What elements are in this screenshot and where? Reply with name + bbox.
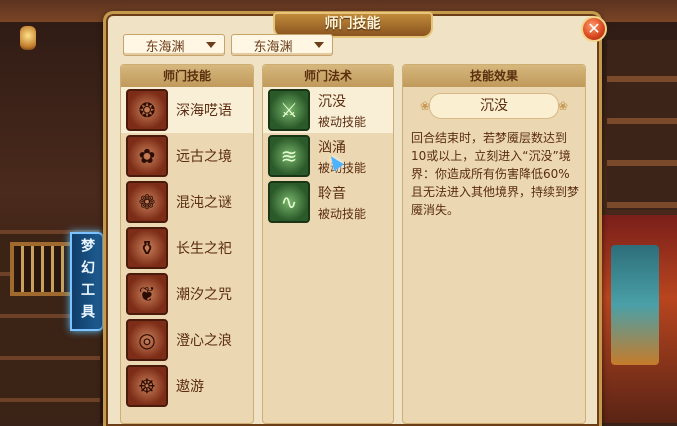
ring-icon: ◎ [126,319,168,361]
title-bar: 师门技能 ✕ [106,12,607,42]
skill-name: 长生之祀 [176,241,232,257]
chevron-down-icon [206,42,216,48]
school-skills-window: 师门技能 ✕ 东海渊 东海渊 师门技能 ❂ 深海呓语 ✿ 远古之境 ❁ 混沌之谜… [103,11,607,426]
tools-side-tab[interactable]: 梦幻工具 [70,232,104,331]
swords-icon: ⚔ [268,89,310,131]
spells-panel-header: 师门法术 [263,65,393,87]
close-icon: ✕ [587,19,601,38]
effect-skill-name: 沉没 [420,93,568,119]
spell-name: 沉没 [318,93,346,110]
skill-item-tide-curse[interactable]: ❦ 潮汐之咒 [121,271,253,317]
school-dropdown-value: 东海渊 [145,39,185,55]
spell-item-surge[interactable]: ≋ 汹涌 被动技能 [263,133,393,179]
jar-icon: ⚱ [126,227,168,269]
figure-icon: ☸ [126,365,168,407]
wave-icon: ∿ [268,181,310,223]
skill-item-roam[interactable]: ☸ 遨游 [121,363,253,409]
spell-name: 聆音 [318,185,346,202]
skill-name: 潮汐之咒 [176,287,232,303]
school-branch-dropdown-value: 东海渊 [253,39,293,55]
ornate-screen-decoration [593,215,677,423]
scale-icon: ❦ [126,273,168,315]
skill-name: 澄心之浪 [176,333,232,349]
skills-panel: 师门技能 ❂ 深海呓语 ✿ 远古之境 ❁ 混沌之谜 ⚱ 长生之祀 ❦ 潮汐之咒 … [120,64,254,424]
skill-item-ancient-realm[interactable]: ✿ 远古之境 [121,133,253,179]
skill-item-chaos-mystery[interactable]: ❁ 混沌之谜 [121,179,253,225]
spell-item-sink[interactable]: ⚔ 沉没 被动技能 [263,87,393,133]
wave-icon: ≋ [268,135,310,177]
bookshelf [607,40,677,210]
spell-type: 被动技能 [318,206,367,221]
skill-name: 遨游 [176,379,204,395]
school-branch-dropdown[interactable]: 东海渊 [231,34,333,56]
spell-item-listen[interactable]: ∿ 聆音 被动技能 [263,179,393,225]
spell-name: 汹涌 [318,139,346,156]
spells-panel: 师门法术 ⚔ 沉没 被动技能 ≋ 汹涌 被动技能 ∿ 聆音 被动技能 [262,64,394,424]
chevron-down-icon [314,42,324,48]
spell-type: 被动技能 [318,114,367,129]
spiral-swirl-icon: ❂ [126,89,168,131]
skill-item-eternal-rite[interactable]: ⚱ 长生之祀 [121,225,253,271]
effect-description: 回合结束时，若梦魇层数达到10或以上，立刻进入“沉没”境界：你造成所有伤害降低6… [411,131,580,217]
effect-panel-header: 技能效果 [403,65,585,87]
skills-panel-header: 师门技能 [121,65,253,87]
school-dropdown[interactable]: 东海渊 [123,34,225,56]
skill-item-clear-heart-wave[interactable]: ◎ 澄心之浪 [121,317,253,363]
skill-item-deep-sea-whisper[interactable]: ❂ 深海呓语 [121,87,253,133]
effect-panel: 技能效果 沉没 回合结束时，若梦魇层数达到10或以上，立刻进入“沉没”境界：你造… [402,64,586,424]
flower-medallion-icon: ✿ [126,135,168,177]
lantern-icon [20,26,36,50]
skill-name: 混沌之谜 [176,195,232,211]
skill-name: 远古之境 [176,149,232,165]
close-button[interactable]: ✕ [581,16,607,42]
skill-name: 深海呓语 [176,103,232,119]
flower-medallion-icon: ❁ [126,181,168,223]
